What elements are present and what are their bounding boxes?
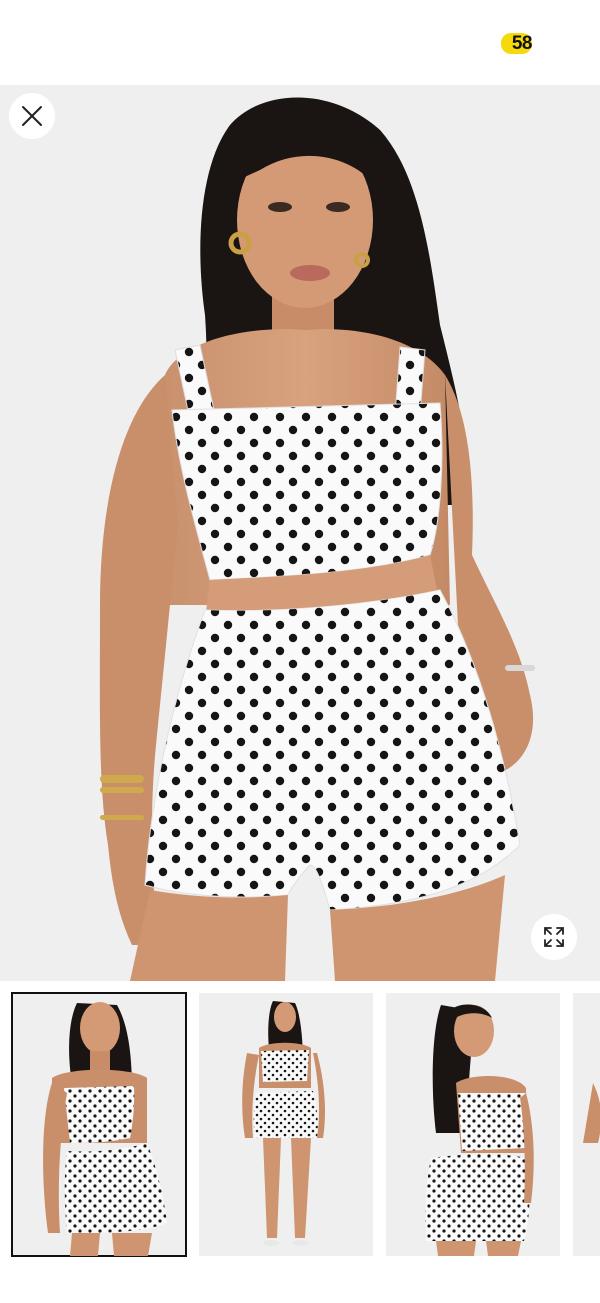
product-gallery-page: 58 — [0, 0, 600, 1303]
thumbnail-3[interactable] — [386, 993, 560, 1256]
model-illustration — [99, 97, 535, 981]
main-product-image[interactable] — [0, 85, 600, 981]
thumbnail-image — [425, 1004, 534, 1256]
close-icon — [22, 106, 42, 126]
top-bar: 58 — [0, 0, 600, 85]
thumbnail-image — [43, 1002, 167, 1256]
thumbnail-4[interactable] — [573, 993, 600, 1256]
expand-icon — [544, 927, 564, 947]
thumbnail-1[interactable] — [11, 992, 187, 1257]
thumbnail-strip[interactable] — [0, 981, 600, 1303]
expand-button[interactable] — [531, 914, 577, 960]
thumbnail-2[interactable] — [199, 993, 373, 1256]
thumbnail-image — [583, 1083, 600, 1143]
cart-count: 58 — [511, 32, 533, 54]
close-button[interactable] — [9, 93, 55, 139]
thumbnail-image — [242, 1001, 325, 1246]
cart-count-badge[interactable]: 58 — [501, 32, 533, 54]
